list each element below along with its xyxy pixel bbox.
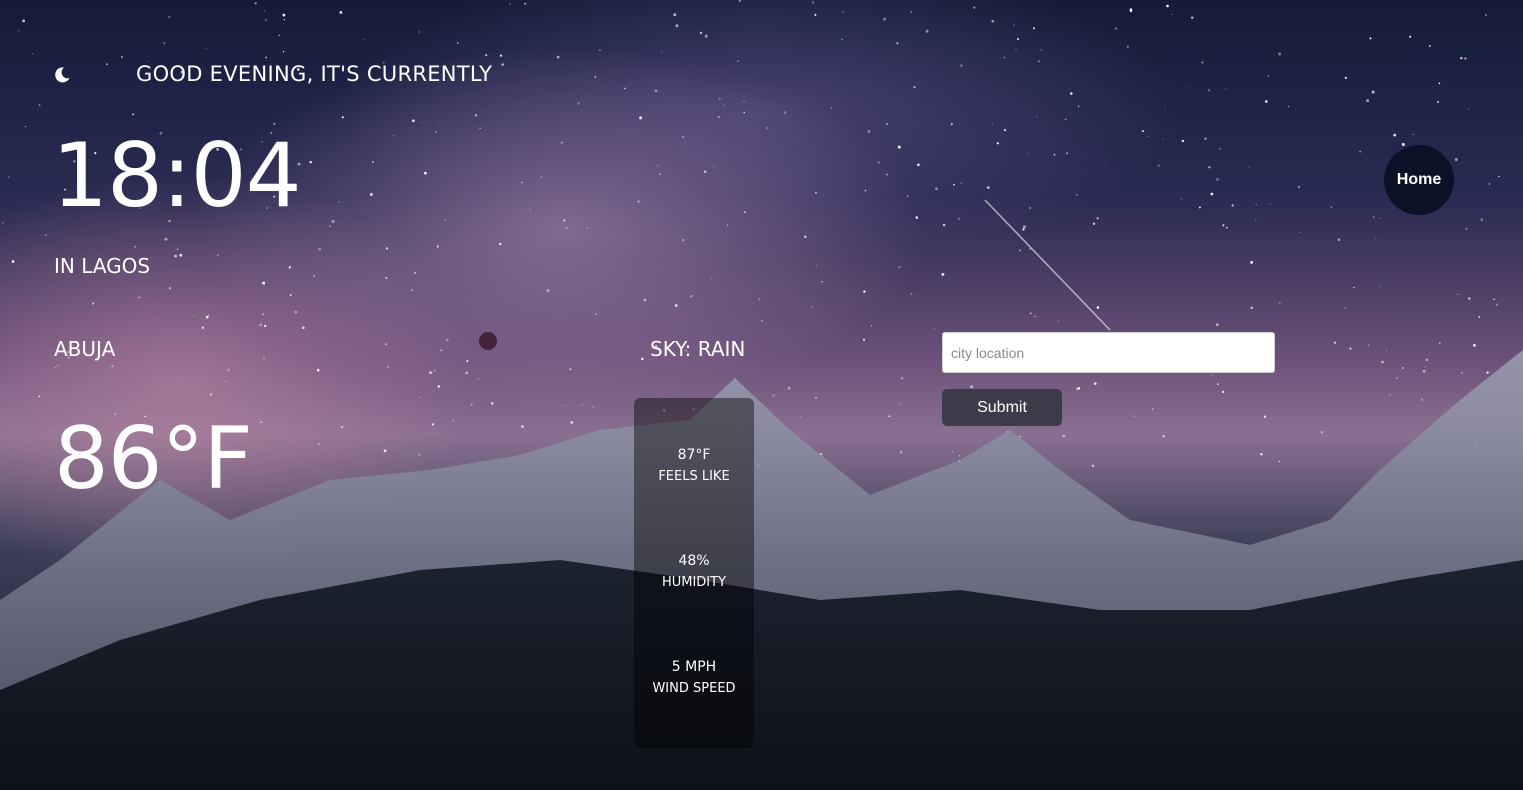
weather-stats-panel: 87°F FEELS LIKE 48% HUMIDITY 5 MPH WIND … <box>634 398 754 748</box>
wind-value: 5 MPH <box>671 659 717 675</box>
temperature: 86°F <box>54 409 253 509</box>
feels-like-stat: 87°F FEELS LIKE <box>634 445 754 487</box>
greeting-text: GOOD EVENING, IT'S CURRENTLY <box>136 62 493 86</box>
shooting-star <box>984 199 1111 331</box>
city-location-input[interactable] <box>942 332 1275 373</box>
wind-label: WIND SPEED <box>652 681 736 696</box>
time-location: IN LAGOS <box>54 254 151 278</box>
submit-button[interactable]: Submit <box>942 389 1062 426</box>
sky-condition: SKY: RAIN <box>650 337 746 361</box>
weather-city: ABUJA <box>54 337 116 361</box>
feels-like-label: FEELS LIKE <box>658 469 730 484</box>
humidity-label: HUMIDITY <box>661 575 727 590</box>
humidity-stat: 48% HUMIDITY <box>634 551 754 593</box>
dark-spot <box>479 332 497 350</box>
feels-like-value: 87°F <box>677 447 711 463</box>
home-button[interactable]: Home <box>1384 145 1454 215</box>
moon-icon <box>53 66 71 84</box>
current-time: 18:04 <box>52 124 302 227</box>
night-sky-background <box>0 0 1523 790</box>
humidity-value: 48% <box>678 553 710 569</box>
mountain-landscape <box>0 0 1523 790</box>
wind-stat: 5 MPH WIND SPEED <box>634 657 754 699</box>
